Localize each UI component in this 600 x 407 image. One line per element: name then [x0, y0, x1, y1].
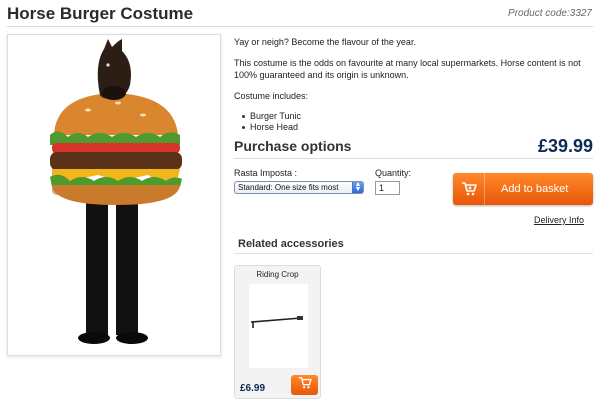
variant-select[interactable]: Standard: One size fits most ▲ ▼: [234, 181, 364, 194]
includes-item: Horse Head: [242, 122, 594, 133]
title-divider: [7, 26, 593, 27]
quantity-input[interactable]: 1: [375, 181, 400, 195]
add-to-basket-button[interactable]: Add to basket: [453, 173, 593, 205]
accessory-image[interactable]: [249, 284, 308, 368]
quantity-label: Quantity:: [375, 168, 412, 178]
includes-item: Burger Tunic: [242, 111, 594, 122]
product-price: £39.99: [537, 136, 593, 156]
accessory-name: Riding Crop: [256, 270, 299, 279]
product-description: Yay or neigh? Become the flavour of the …: [234, 36, 594, 133]
purchase-header: Purchase options £39.99: [234, 136, 593, 156]
includes-list: Burger Tunic Horse Head: [242, 111, 594, 133]
product-image[interactable]: [7, 34, 221, 356]
product-tagline: Yay or neigh? Become the flavour of the …: [234, 37, 416, 47]
includes-label: Costume includes:: [234, 91, 309, 101]
basket-icon: [453, 173, 485, 205]
accessory-card[interactable]: Riding Crop £6.99: [234, 265, 321, 399]
product-code: Product code:3327: [508, 8, 592, 19]
accessory-price: £6.99: [240, 383, 266, 394]
variant-selected-value: Standard: One size fits most: [238, 183, 339, 192]
select-arrows-icon: ▲ ▼: [352, 182, 363, 193]
product-body: This costume is the odds on favourite at…: [234, 58, 581, 80]
add-to-basket-label: Add to basket: [501, 183, 569, 195]
related-accessories-title: Related accessories: [238, 238, 344, 250]
purchase-title: Purchase options: [234, 138, 352, 154]
variant-label: Rasta Imposta :: [234, 168, 298, 178]
purchase-divider: [234, 158, 593, 159]
related-divider: [234, 253, 593, 254]
page-title: Horse Burger Costume: [7, 4, 194, 23]
delivery-info-link[interactable]: Delivery Info: [534, 215, 584, 225]
basket-icon: [298, 376, 312, 394]
accessory-add-button[interactable]: [291, 375, 318, 395]
